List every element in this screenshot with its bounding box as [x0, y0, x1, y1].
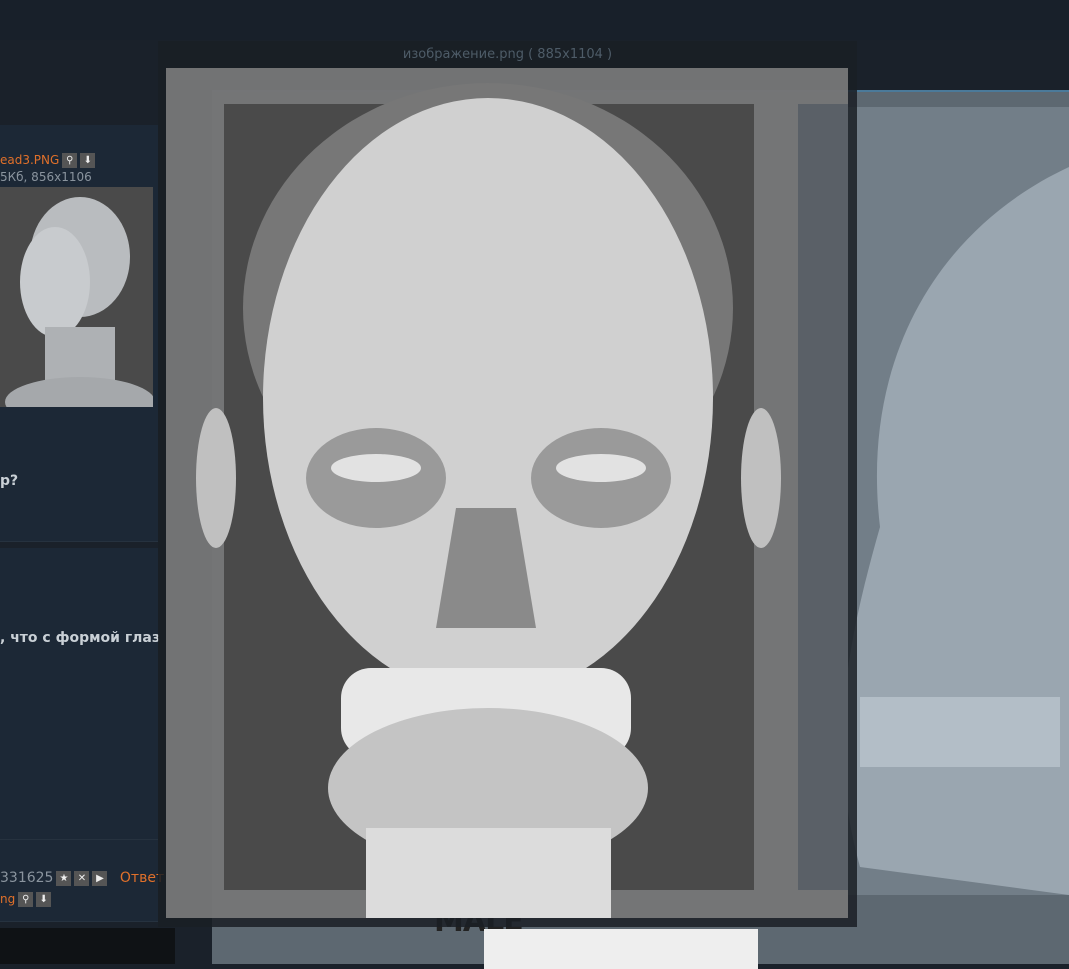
post-number[interactable]: 331625 — [0, 870, 53, 886]
post-text: р? — [0, 473, 19, 489]
download-icon[interactable]: ⬇ — [36, 892, 52, 907]
post-filename[interactable]: ead3.PNG — [0, 153, 59, 167]
top-bar — [0, 0, 1069, 40]
viewer-image[interactable] — [166, 68, 848, 918]
download-icon[interactable]: ⬇ — [80, 153, 96, 168]
post-text: , что с формой глаз — [0, 630, 161, 646]
search-icon[interactable]: ⚲ — [18, 892, 34, 907]
head-thumbnail-image — [5, 197, 153, 407]
image-viewer[interactable]: изображение.png ( 885x1104 ) — [158, 41, 857, 927]
embedded-screenshot — [484, 929, 758, 969]
post-2: , что с формой глаз — [0, 548, 161, 840]
play-icon[interactable]: ▶ — [92, 870, 108, 886]
face-skull-overlay-image — [196, 83, 848, 918]
close-icon[interactable]: ✕ — [74, 870, 90, 886]
post-1: ead3.PNG ⚲ ⬇ 5Кб, 856x1106 р? — [0, 125, 158, 542]
viewer-title: изображение.png ( 885x1104 ) — [402, 47, 613, 62]
search-icon[interactable]: ⚲ — [62, 153, 78, 168]
star-icon[interactable]: ★ — [56, 870, 72, 886]
post-file-meta: 5Кб, 856x1106 — [0, 170, 92, 184]
post-thumbnail[interactable] — [0, 187, 153, 407]
post-4-thumbnail[interactable] — [0, 928, 175, 964]
post-3: 331625 ★ ✕ ▶ Ответ ng ⚲ ⬇ — [0, 840, 164, 922]
post-filename[interactable]: ng — [0, 892, 15, 906]
